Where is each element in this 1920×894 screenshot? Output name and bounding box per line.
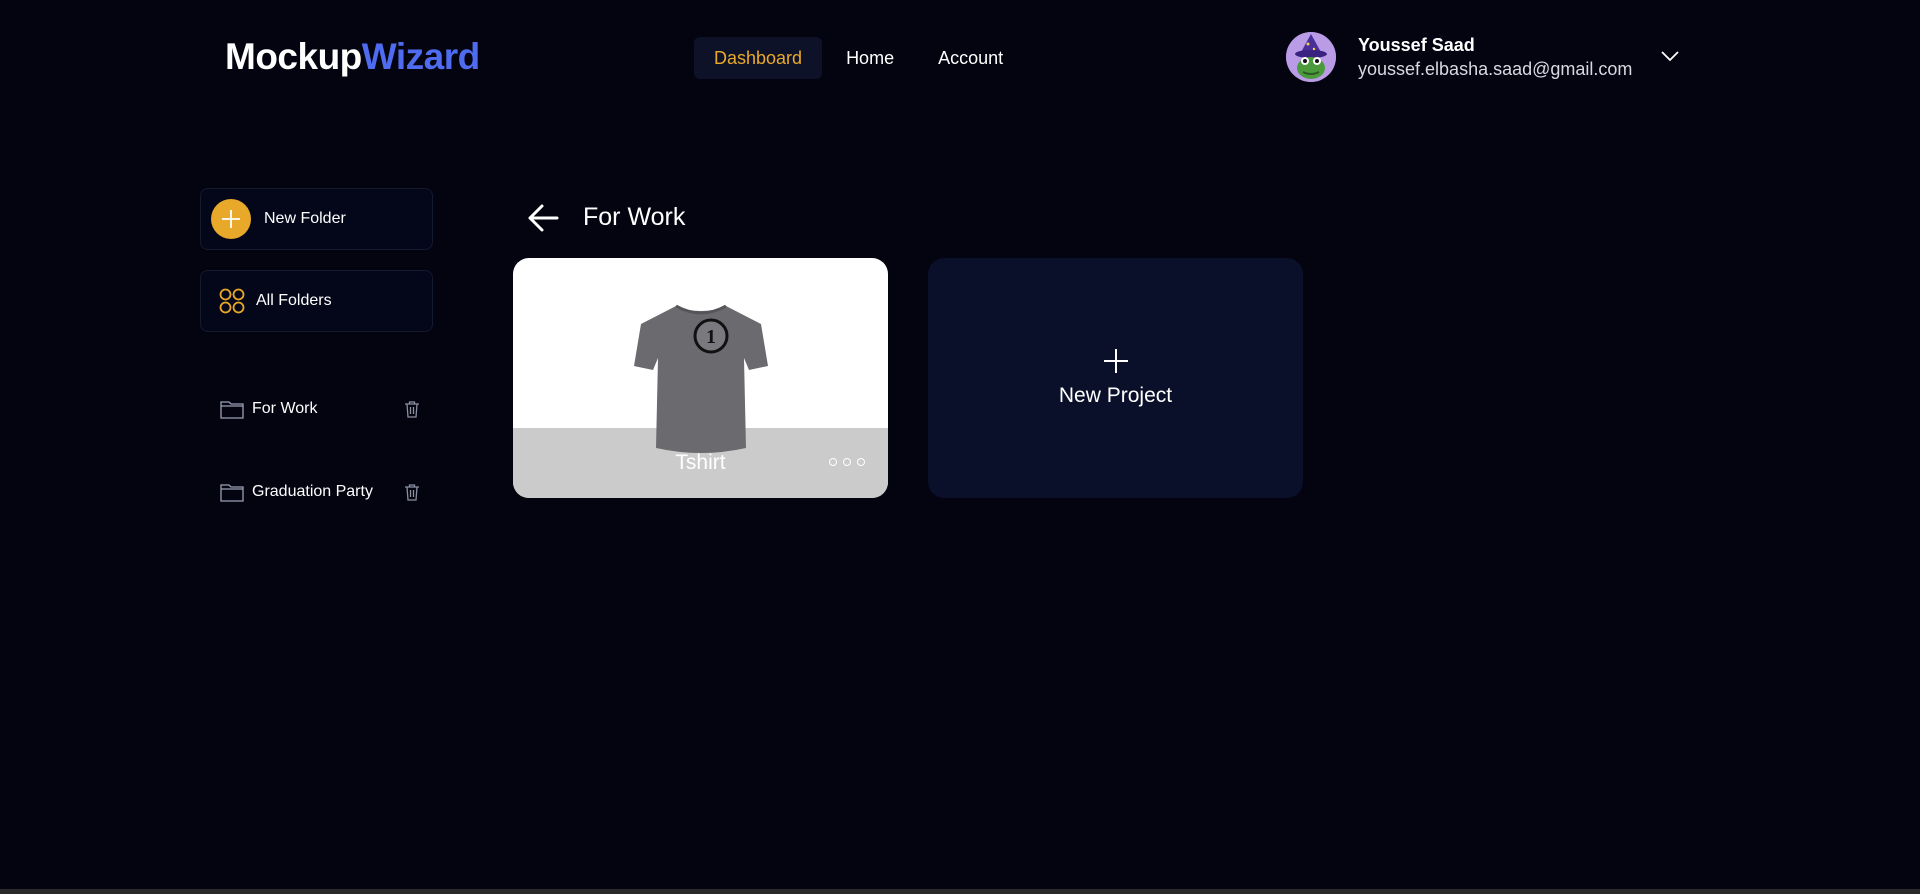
nav-home[interactable]: Home — [826, 37, 914, 79]
logo-text-wizard: Wizard — [361, 36, 480, 77]
user-name: Youssef Saad — [1358, 35, 1475, 55]
main-nav: Dashboard Home Account — [694, 37, 1027, 79]
logo-text-mockup: Mockup — [225, 36, 362, 77]
new-project-label: New Project — [1058, 384, 1173, 407]
grid-icon — [219, 288, 245, 314]
folder-icon — [220, 401, 244, 419]
chevron-down-icon[interactable] — [1660, 50, 1680, 62]
nav-dashboard[interactable]: Dashboard — [694, 37, 823, 79]
new-folder-label: New Folder — [264, 210, 346, 227]
arrow-left-icon[interactable] — [527, 203, 559, 233]
avatar[interactable] — [1286, 32, 1336, 82]
user-menu[interactable]: Youssef Saad youssef.elbasha.saad@gmail.… — [1286, 32, 1632, 82]
folder-name: For Work — [252, 400, 318, 417]
tshirt-icon: 1 — [634, 304, 768, 453]
project-card[interactable]: 1 Tshirt — [513, 258, 888, 498]
new-project-button[interactable]: New Project — [928, 258, 1303, 498]
all-folders-button[interactable]: All Folders — [200, 270, 433, 332]
plus-circle-icon — [211, 199, 251, 239]
more-dots-icon[interactable] — [829, 458, 865, 466]
sidebar-folder-graduation-party[interactable]: Graduation Party — [220, 472, 420, 512]
all-folders-label: All Folders — [256, 292, 332, 309]
folder-icon — [220, 484, 244, 502]
trash-icon[interactable] — [404, 483, 420, 501]
plus-icon — [1103, 349, 1128, 373]
trash-icon[interactable] — [404, 400, 420, 418]
user-email: youssef.elbasha.saad@gmail.com — [1358, 59, 1633, 79]
new-folder-button[interactable]: New Folder — [200, 188, 433, 250]
svg-text:1: 1 — [706, 326, 716, 348]
folder-name: Graduation Party — [252, 483, 373, 500]
folder-title: For Work — [583, 203, 686, 231]
nav-account[interactable]: Account — [918, 37, 1023, 79]
wizard-frog-avatar-icon — [1286, 32, 1336, 82]
app-logo[interactable]: MockupWizard — [225, 36, 480, 78]
sidebar-folder-for-work[interactable]: For Work — [220, 399, 420, 419]
window-bottom-edge — [0, 889, 1920, 894]
